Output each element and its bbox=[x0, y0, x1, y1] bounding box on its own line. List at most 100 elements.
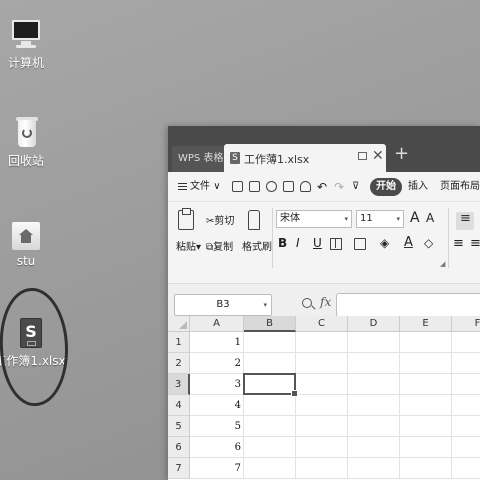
cell-F2[interactable] bbox=[452, 353, 480, 374]
print-icon[interactable] bbox=[283, 181, 294, 192]
row-header[interactable]: 1 bbox=[168, 332, 190, 353]
font-size-select[interactable]: 11 ▾ bbox=[356, 210, 404, 228]
column-header[interactable]: C bbox=[296, 316, 348, 332]
cell-C1[interactable] bbox=[296, 332, 348, 353]
cell-B2[interactable] bbox=[244, 353, 296, 374]
cell-A4[interactable]: 4 bbox=[190, 395, 244, 416]
cell-E6[interactable] bbox=[400, 437, 452, 458]
paste-icon[interactable] bbox=[178, 208, 194, 230]
row-header[interactable]: 2 bbox=[168, 353, 190, 374]
save-icon[interactable] bbox=[249, 181, 260, 192]
cell-E3[interactable] bbox=[400, 374, 452, 395]
desktop-icon-computer[interactable]: 计算机 bbox=[0, 18, 56, 71]
cell-D5[interactable] bbox=[348, 416, 400, 437]
row-header[interactable]: 4 bbox=[168, 395, 190, 416]
cell-F7[interactable] bbox=[452, 458, 480, 479]
cell-F1[interactable] bbox=[452, 332, 480, 353]
format-painter-icon[interactable] bbox=[248, 210, 260, 230]
bold-button[interactable]: B bbox=[278, 236, 287, 250]
desktop-icon-stu-folder[interactable]: stu bbox=[0, 218, 56, 268]
italic-button[interactable]: I bbox=[296, 236, 300, 250]
insert-function-button[interactable]: fx bbox=[320, 295, 331, 309]
column-header[interactable]: D bbox=[348, 316, 400, 332]
column-header[interactable]: B bbox=[244, 316, 296, 332]
cell-B3[interactable] bbox=[244, 374, 296, 395]
copy-button[interactable]: ⧉复制 bbox=[206, 238, 233, 253]
cell-D2[interactable] bbox=[348, 353, 400, 374]
cell-D3[interactable] bbox=[348, 374, 400, 395]
cell-C7[interactable] bbox=[296, 458, 348, 479]
file-menu[interactable]: 文件 ∨ bbox=[178, 172, 221, 202]
cell-E7[interactable] bbox=[400, 458, 452, 479]
decrease-font-size-button[interactable]: A bbox=[426, 211, 434, 225]
cell-A6[interactable]: 6 bbox=[190, 437, 244, 458]
cell-style-icon[interactable] bbox=[354, 238, 366, 250]
cell-E5[interactable] bbox=[400, 416, 452, 437]
font-dialog-launcher-icon[interactable]: ◢ bbox=[440, 260, 445, 268]
tab-start[interactable]: 开始 bbox=[370, 178, 402, 196]
more-commands-icon[interactable]: ⊽ bbox=[352, 172, 359, 202]
column-header[interactable]: E bbox=[400, 316, 452, 332]
select-all-button[interactable] bbox=[168, 316, 190, 332]
align-left-icon[interactable]: ≡ bbox=[453, 236, 464, 251]
cell-D7[interactable] bbox=[348, 458, 400, 479]
row-header[interactable]: 6 bbox=[168, 437, 190, 458]
cell-F5[interactable] bbox=[452, 416, 480, 437]
align-center-icon[interactable] bbox=[456, 211, 474, 230]
row-header[interactable]: 7 bbox=[168, 458, 190, 479]
open-icon[interactable] bbox=[232, 181, 243, 192]
underline-button[interactable]: U bbox=[313, 236, 322, 250]
font-color-icon[interactable]: A bbox=[404, 235, 413, 250]
tab-page-layout[interactable]: 页面布局 bbox=[440, 172, 480, 202]
cell-E1[interactable] bbox=[400, 332, 452, 353]
cell-D1[interactable] bbox=[348, 332, 400, 353]
column-header[interactable]: F bbox=[452, 316, 480, 332]
cell-D6[interactable] bbox=[348, 437, 400, 458]
tab-document[interactable]: S 工作薄1.xlsx ✕ bbox=[224, 144, 386, 172]
tab-wps-home[interactable]: WPS 表格 bbox=[172, 146, 230, 172]
clear-format-icon[interactable]: ◇ bbox=[424, 236, 433, 250]
formula-input[interactable] bbox=[336, 293, 480, 317]
close-tab-button[interactable]: ✕ bbox=[372, 148, 384, 164]
cell-B5[interactable] bbox=[244, 416, 296, 437]
undo-icon[interactable]: ↶ bbox=[317, 172, 327, 202]
font-family-select[interactable]: 宋体 ▾ bbox=[276, 210, 352, 228]
cell-D4[interactable] bbox=[348, 395, 400, 416]
search-icon[interactable] bbox=[302, 298, 312, 308]
cell-A1[interactable]: 1 bbox=[190, 332, 244, 353]
cell-E4[interactable] bbox=[400, 395, 452, 416]
export-icon[interactable] bbox=[266, 181, 277, 192]
cut-button[interactable]: ✂剪切 bbox=[206, 212, 234, 227]
cell-A5[interactable]: 5 bbox=[190, 416, 244, 437]
fill-color-icon[interactable]: ◈ bbox=[380, 236, 389, 250]
pin-icon[interactable] bbox=[358, 152, 367, 160]
new-tab-button[interactable]: + bbox=[394, 143, 409, 164]
print-preview-icon[interactable] bbox=[300, 181, 311, 192]
cell-E2[interactable] bbox=[400, 353, 452, 374]
borders-icon[interactable] bbox=[330, 238, 342, 250]
row-header[interactable]: 5 bbox=[168, 416, 190, 437]
cell-B7[interactable] bbox=[244, 458, 296, 479]
cell-A3[interactable]: 3 bbox=[190, 374, 244, 395]
name-box[interactable]: B3 ▾ bbox=[174, 294, 272, 316]
redo-icon[interactable]: ↷ bbox=[334, 172, 344, 202]
desktop-icon-recycle-bin[interactable]: 回收站 bbox=[0, 116, 56, 169]
cell-C2[interactable] bbox=[296, 353, 348, 374]
cell-B1[interactable] bbox=[244, 332, 296, 353]
cell-C6[interactable] bbox=[296, 437, 348, 458]
cell-C4[interactable] bbox=[296, 395, 348, 416]
tab-insert[interactable]: 插入 bbox=[408, 172, 428, 202]
cell-C5[interactable] bbox=[296, 416, 348, 437]
cell-F3[interactable] bbox=[452, 374, 480, 395]
paste-button[interactable]: 粘贴▾ bbox=[176, 238, 201, 253]
cell-F6[interactable] bbox=[452, 437, 480, 458]
cell-C3[interactable] bbox=[296, 374, 348, 395]
column-header[interactable]: A bbox=[190, 316, 244, 332]
increase-font-size-button[interactable]: A bbox=[410, 210, 420, 226]
cell-A7[interactable]: 7 bbox=[190, 458, 244, 479]
row-header[interactable]: 3 bbox=[168, 374, 190, 395]
cell-B4[interactable] bbox=[244, 395, 296, 416]
cell-F4[interactable] bbox=[452, 395, 480, 416]
cell-B6[interactable] bbox=[244, 437, 296, 458]
cell-A2[interactable]: 2 bbox=[190, 353, 244, 374]
